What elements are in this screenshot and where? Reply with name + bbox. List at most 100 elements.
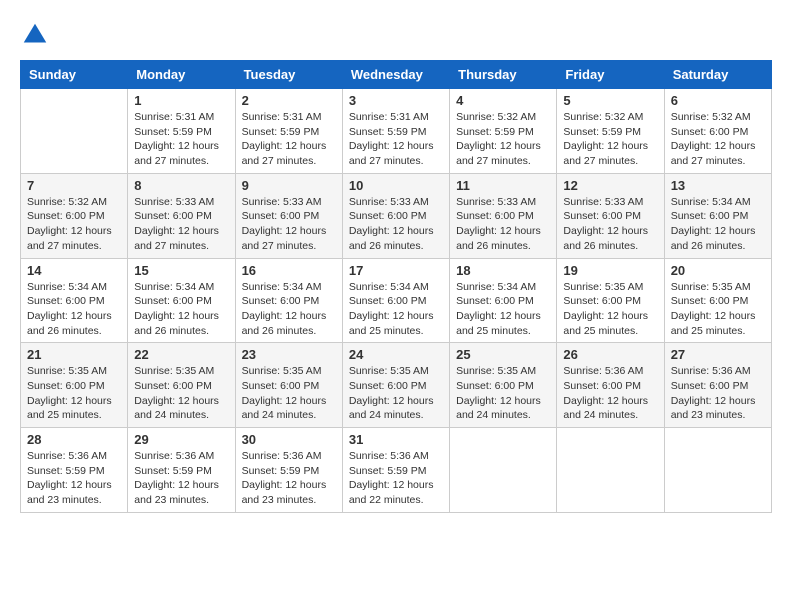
calendar-cell: 15Sunrise: 5:34 AMSunset: 6:00 PMDayligh… xyxy=(128,258,235,343)
day-info: Sunrise: 5:32 AMSunset: 6:00 PMDaylight:… xyxy=(671,110,765,169)
calendar-cell: 29 Sunrise: 5:36 AMSunset: 5:59 PMDayligh… xyxy=(128,428,235,513)
day-info: Sunrise: 5:32 AMSunset: 5:59 PMDaylight:… xyxy=(456,110,550,169)
day-info: Sunrise: 5:35 AMSunset: 6:00 PMDaylight:… xyxy=(349,364,443,423)
calendar-table: SundayMondayTuesdayWednesdayThursdayFrid… xyxy=(20,60,772,513)
day-number: 29 xyxy=(134,432,228,447)
day-number: 6 xyxy=(671,93,765,108)
day-number: 20 xyxy=(671,263,765,278)
calendar-cell: 4 Sunrise: 5:32 AMSunset: 5:59 PMDaylight… xyxy=(450,89,557,174)
calendar-cell: 23 Sunrise: 5:35 AMSunset: 6:00 PMDayligh… xyxy=(235,343,342,428)
calendar-week-row: 1 Sunrise: 5:31 AMSunset: 5:59 PMDaylight… xyxy=(21,89,772,174)
day-info: Sunrise: 5:33 AMSunset: 6:00 PMDaylight:… xyxy=(456,195,550,254)
day-number: 31 xyxy=(349,432,443,447)
day-info: Sunrise: 5:32 AMSunset: 5:59 PMDaylight:… xyxy=(563,110,657,169)
calendar-cell: 28Sunrise: 5:36 AMSunset: 5:59 PMDayligh… xyxy=(21,428,128,513)
calendar-cell: 7 Sunrise: 5:32 AMSunset: 6:00 PMDaylight… xyxy=(21,173,128,258)
calendar-week-row: 21 Sunrise: 5:35 AMSunset: 6:00 PMDayligh… xyxy=(21,343,772,428)
calendar-header-saturday: Saturday xyxy=(664,61,771,89)
calendar-cell: 31 Sunrise: 5:36 AMSunset: 5:59 PMDayligh… xyxy=(342,428,449,513)
calendar-week-row: 28 Sunrise: 5:36 AMSunset: 5:59 PMDayligh… xyxy=(21,428,772,513)
calendar-cell xyxy=(450,428,557,513)
calendar-cell xyxy=(21,89,128,174)
calendar-header-sunday: Sunday xyxy=(21,61,128,89)
day-number: 10 xyxy=(349,178,443,193)
day-number: 2 xyxy=(242,93,336,108)
day-number: 14 xyxy=(27,263,121,278)
day-number: 4 xyxy=(456,93,550,108)
calendar-cell: 16 Sunrise: 5:34 AMSunset: 6:00 PMDayligh… xyxy=(235,258,342,343)
page-header xyxy=(20,20,772,50)
day-info: Sunrise: 5:36 AMSunset: 5:59 PMDaylight:… xyxy=(242,449,336,508)
day-info: Sunrise: 5:34 AMSunset: 6:00 PMDaylight:… xyxy=(27,280,121,339)
calendar-header-tuesday: Tuesday xyxy=(235,61,342,89)
day-number: 25 xyxy=(456,347,550,362)
calendar-cell: 20 Sunrise: 5:35 AMSunset: 6:00 PMDayligh… xyxy=(664,258,771,343)
day-info: Sunrise: 5:36 AMSunset: 5:59 PMDaylight:… xyxy=(349,449,443,508)
day-number: 18 xyxy=(456,263,550,278)
calendar-cell: 26 Sunrise: 5:36 AMSunset: 6:00 PMDayligh… xyxy=(557,343,664,428)
calendar-header-friday: Friday xyxy=(557,61,664,89)
day-info: Sunrise: 5:33 AMSunset: 6:00 PMDaylight:… xyxy=(349,195,443,254)
day-info: Sunrise: 5:34 AMSunset: 6:00 PMDaylight:… xyxy=(242,280,336,339)
day-number: 3 xyxy=(349,93,443,108)
calendar-cell xyxy=(664,428,771,513)
calendar-cell: 2 Sunrise: 5:31 AMSunset: 5:59 PMDaylight… xyxy=(235,89,342,174)
day-info: Sunrise: 5:32 AMSunset: 6:00 PMDaylight:… xyxy=(27,195,121,254)
day-info: Sunrise: 5:35 AMSunset: 6:00 PMDaylight:… xyxy=(563,280,657,339)
day-number: 19 xyxy=(563,263,657,278)
calendar-cell: 13Sunrise: 5:34 AMSunset: 6:00 PMDayligh… xyxy=(664,173,771,258)
day-number: 21 xyxy=(27,347,121,362)
calendar-cell: 6 Sunrise: 5:32 AMSunset: 6:00 PMDaylight… xyxy=(664,89,771,174)
calendar-cell: 18 Sunrise: 5:34 AMSunset: 6:00 PMDayligh… xyxy=(450,258,557,343)
day-number: 16 xyxy=(242,263,336,278)
calendar-week-row: 14 Sunrise: 5:34 AMSunset: 6:00 PMDayligh… xyxy=(21,258,772,343)
calendar-cell: 5 Sunrise: 5:32 AMSunset: 5:59 PMDaylight… xyxy=(557,89,664,174)
calendar-cell: 9 Sunrise: 5:33 AMSunset: 6:00 PMDaylight… xyxy=(235,173,342,258)
day-number: 7 xyxy=(27,178,121,193)
calendar-header-thursday: Thursday xyxy=(450,61,557,89)
calendar-cell: 30Sunrise: 5:36 AMSunset: 5:59 PMDayligh… xyxy=(235,428,342,513)
day-info: Sunrise: 5:31 AMSunset: 5:59 PMDaylight:… xyxy=(242,110,336,169)
day-number: 12 xyxy=(563,178,657,193)
calendar-header-monday: Monday xyxy=(128,61,235,89)
day-info: Sunrise: 5:33 AMSunset: 6:00 PMDaylight:… xyxy=(134,195,228,254)
day-info: Sunrise: 5:35 AMSunset: 6:00 PMDaylight:… xyxy=(242,364,336,423)
day-number: 22 xyxy=(134,347,228,362)
day-info: Sunrise: 5:34 AMSunset: 6:00 PMDaylight:… xyxy=(456,280,550,339)
calendar-cell: 11 Sunrise: 5:33 AMSunset: 6:00 PMDayligh… xyxy=(450,173,557,258)
day-number: 1 xyxy=(134,93,228,108)
calendar-cell: 27Sunrise: 5:36 AMSunset: 6:00 PMDayligh… xyxy=(664,343,771,428)
day-info: Sunrise: 5:35 AMSunset: 6:00 PMDaylight:… xyxy=(456,364,550,423)
calendar-cell: 3Sunrise: 5:31 AMSunset: 5:59 PMDaylight… xyxy=(342,89,449,174)
day-number: 17 xyxy=(349,263,443,278)
day-number: 5 xyxy=(563,93,657,108)
calendar-cell xyxy=(557,428,664,513)
day-info: Sunrise: 5:34 AMSunset: 6:00 PMDaylight:… xyxy=(349,280,443,339)
calendar-cell: 17 Sunrise: 5:34 AMSunset: 6:00 PMDayligh… xyxy=(342,258,449,343)
calendar-cell: 24Sunrise: 5:35 AMSunset: 6:00 PMDayligh… xyxy=(342,343,449,428)
calendar-cell: 14 Sunrise: 5:34 AMSunset: 6:00 PMDayligh… xyxy=(21,258,128,343)
calendar-cell: 21 Sunrise: 5:35 AMSunset: 6:00 PMDayligh… xyxy=(21,343,128,428)
calendar-cell: 10 Sunrise: 5:33 AMSunset: 6:00 PMDayligh… xyxy=(342,173,449,258)
day-number: 27 xyxy=(671,347,765,362)
calendar-cell: 12 Sunrise: 5:33 AMSunset: 6:00 PMDayligh… xyxy=(557,173,664,258)
logo xyxy=(20,20,54,50)
calendar-cell: 25 Sunrise: 5:35 AMSunset: 6:00 PMDayligh… xyxy=(450,343,557,428)
day-number: 23 xyxy=(242,347,336,362)
calendar-cell: 22Sunrise: 5:35 AMSunset: 6:00 PMDayligh… xyxy=(128,343,235,428)
day-number: 9 xyxy=(242,178,336,193)
day-info: Sunrise: 5:35 AMSunset: 6:00 PMDaylight:… xyxy=(671,280,765,339)
day-info: Sunrise: 5:34 AMSunset: 6:00 PMDaylight:… xyxy=(671,195,765,254)
calendar-header-row: SundayMondayTuesdayWednesdayThursdayFrid… xyxy=(21,61,772,89)
calendar-cell: 1 Sunrise: 5:31 AMSunset: 5:59 PMDaylight… xyxy=(128,89,235,174)
day-info: Sunrise: 5:35 AMSunset: 6:00 PMDaylight:… xyxy=(27,364,121,423)
day-number: 11 xyxy=(456,178,550,193)
day-info: Sunrise: 5:36 AMSunset: 5:59 PMDaylight:… xyxy=(134,449,228,508)
logo-icon xyxy=(20,20,50,50)
day-info: Sunrise: 5:31 AMSunset: 5:59 PMDaylight:… xyxy=(134,110,228,169)
day-info: Sunrise: 5:33 AMSunset: 6:00 PMDaylight:… xyxy=(242,195,336,254)
day-info: Sunrise: 5:36 AMSunset: 6:00 PMDaylight:… xyxy=(563,364,657,423)
day-info: Sunrise: 5:33 AMSunset: 6:00 PMDaylight:… xyxy=(563,195,657,254)
day-number: 26 xyxy=(563,347,657,362)
day-number: 28 xyxy=(27,432,121,447)
